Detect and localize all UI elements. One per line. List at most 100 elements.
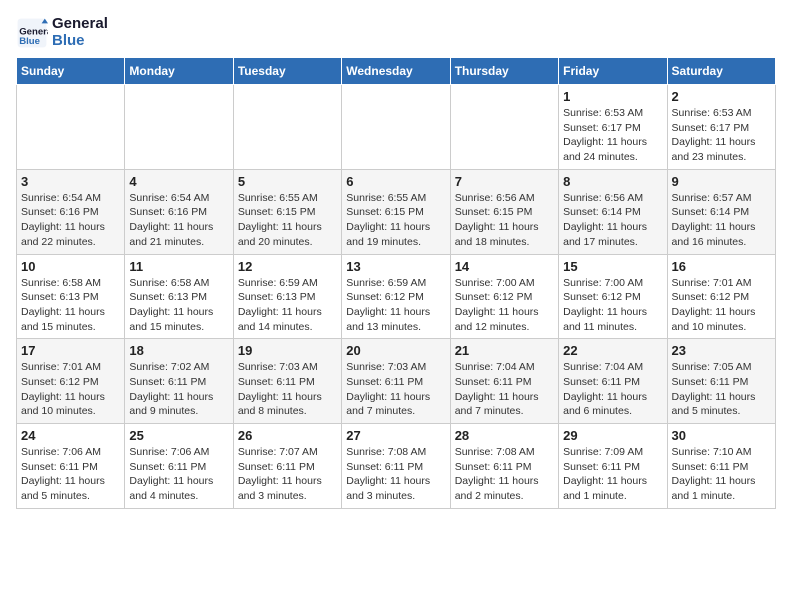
calendar-cell: 9 Sunrise: 6:57 AM Sunset: 6:14 PM Daylig… (667, 169, 775, 254)
calendar-week-row: 1Sunrise: 6:53 AM Sunset: 6:17 PM Daylig… (17, 85, 776, 170)
day-info: Sunrise: 7:02 AM Sunset: 6:11 PM Dayligh… (129, 360, 228, 419)
day-info: Sunrise: 7:00 AM Sunset: 6:12 PM Dayligh… (563, 276, 662, 335)
logo: General Blue General Blue (16, 16, 108, 49)
day-info: Sunrise: 7:06 AM Sunset: 6:11 PM Dayligh… (129, 445, 228, 504)
day-number: 19 (238, 343, 337, 358)
calendar-cell (125, 85, 233, 170)
calendar-cell: 22 Sunrise: 7:04 AM Sunset: 6:11 PM Dayli… (559, 339, 667, 424)
calendar-cell: 12 Sunrise: 6:59 AM Sunset: 6:13 PM Dayli… (233, 254, 341, 339)
day-number: 2 (672, 89, 771, 104)
calendar-cell: 21Sunrise: 7:04 AM Sunset: 6:11 PM Dayli… (450, 339, 558, 424)
day-info: Sunrise: 6:57 AM Sunset: 6:14 PM Dayligh… (672, 191, 771, 250)
logo-general: General (52, 16, 108, 33)
day-number: 3 (21, 174, 120, 189)
calendar-cell: 25 Sunrise: 7:06 AM Sunset: 6:11 PM Dayli… (125, 424, 233, 509)
calendar-cell (233, 85, 341, 170)
calendar-week-row: 17Sunrise: 7:01 AM Sunset: 6:12 PM Dayli… (17, 339, 776, 424)
day-info: Sunrise: 6:58 AM Sunset: 6:13 PM Dayligh… (129, 276, 228, 335)
day-number: 27 (346, 428, 445, 443)
day-number: 11 (129, 259, 228, 274)
day-info: Sunrise: 7:01 AM Sunset: 6:12 PM Dayligh… (672, 276, 771, 335)
calendar-cell: 5Sunrise: 6:55 AM Sunset: 6:15 PM Daylig… (233, 169, 341, 254)
day-info: Sunrise: 7:04 AM Sunset: 6:11 PM Dayligh… (563, 360, 662, 419)
day-of-week-header: Saturday (667, 58, 775, 85)
svg-text:Blue: Blue (19, 36, 40, 47)
day-number: 24 (21, 428, 120, 443)
day-info: Sunrise: 7:00 AM Sunset: 6:12 PM Dayligh… (455, 276, 554, 335)
calendar-cell: 29 Sunrise: 7:09 AM Sunset: 6:11 PM Dayli… (559, 424, 667, 509)
calendar-cell: 1Sunrise: 6:53 AM Sunset: 6:17 PM Daylig… (559, 85, 667, 170)
day-number: 10 (21, 259, 120, 274)
day-info: Sunrise: 6:53 AM Sunset: 6:17 PM Dayligh… (672, 106, 771, 165)
calendar-cell: 16 Sunrise: 7:01 AM Sunset: 6:12 PM Dayli… (667, 254, 775, 339)
day-number: 30 (672, 428, 771, 443)
logo-icon: General Blue (16, 17, 48, 49)
day-info: Sunrise: 6:54 AM Sunset: 6:16 PM Dayligh… (129, 191, 228, 250)
day-number: 21 (455, 343, 554, 358)
day-number: 14 (455, 259, 554, 274)
calendar-cell: 24 Sunrise: 7:06 AM Sunset: 6:11 PM Dayli… (17, 424, 125, 509)
calendar-cell: 15Sunrise: 7:00 AM Sunset: 6:12 PM Dayli… (559, 254, 667, 339)
day-info: Sunrise: 7:09 AM Sunset: 6:11 PM Dayligh… (563, 445, 662, 504)
day-number: 9 (672, 174, 771, 189)
calendar-week-row: 10 Sunrise: 6:58 AM Sunset: 6:13 PM Dayli… (17, 254, 776, 339)
day-number: 4 (129, 174, 228, 189)
day-number: 6 (346, 174, 445, 189)
day-info: Sunrise: 6:55 AM Sunset: 6:15 PM Dayligh… (238, 191, 337, 250)
day-number: 22 (563, 343, 662, 358)
day-number: 18 (129, 343, 228, 358)
day-of-week-header: Monday (125, 58, 233, 85)
calendar-cell: 19 Sunrise: 7:03 AM Sunset: 6:11 PM Dayli… (233, 339, 341, 424)
calendar-cell: 18 Sunrise: 7:02 AM Sunset: 6:11 PM Dayli… (125, 339, 233, 424)
calendar-cell (342, 85, 450, 170)
day-info: Sunrise: 6:56 AM Sunset: 6:14 PM Dayligh… (563, 191, 662, 250)
day-info: Sunrise: 6:55 AM Sunset: 6:15 PM Dayligh… (346, 191, 445, 250)
day-info: Sunrise: 7:05 AM Sunset: 6:11 PM Dayligh… (672, 360, 771, 419)
day-of-week-header: Tuesday (233, 58, 341, 85)
day-number: 16 (672, 259, 771, 274)
calendar-week-row: 24 Sunrise: 7:06 AM Sunset: 6:11 PM Dayli… (17, 424, 776, 509)
day-info: Sunrise: 7:03 AM Sunset: 6:11 PM Dayligh… (346, 360, 445, 419)
day-info: Sunrise: 7:07 AM Sunset: 6:11 PM Dayligh… (238, 445, 337, 504)
calendar-cell: 7 Sunrise: 6:56 AM Sunset: 6:15 PM Daylig… (450, 169, 558, 254)
day-number: 29 (563, 428, 662, 443)
day-number: 25 (129, 428, 228, 443)
day-info: Sunrise: 6:59 AM Sunset: 6:13 PM Dayligh… (238, 276, 337, 335)
day-info: Sunrise: 6:56 AM Sunset: 6:15 PM Dayligh… (455, 191, 554, 250)
day-number: 28 (455, 428, 554, 443)
day-number: 23 (672, 343, 771, 358)
calendar-cell (450, 85, 558, 170)
day-info: Sunrise: 7:06 AM Sunset: 6:11 PM Dayligh… (21, 445, 120, 504)
calendar-week-row: 3 Sunrise: 6:54 AM Sunset: 6:16 PM Daylig… (17, 169, 776, 254)
calendar-cell: 30 Sunrise: 7:10 AM Sunset: 6:11 PM Dayli… (667, 424, 775, 509)
day-info: Sunrise: 6:54 AM Sunset: 6:16 PM Dayligh… (21, 191, 120, 250)
day-info: Sunrise: 7:10 AM Sunset: 6:11 PM Dayligh… (672, 445, 771, 504)
day-of-week-header: Friday (559, 58, 667, 85)
day-info: Sunrise: 7:03 AM Sunset: 6:11 PM Dayligh… (238, 360, 337, 419)
calendar-cell: 26 Sunrise: 7:07 AM Sunset: 6:11 PM Dayli… (233, 424, 341, 509)
calendar-cell: 3 Sunrise: 6:54 AM Sunset: 6:16 PM Daylig… (17, 169, 125, 254)
calendar-cell: 10 Sunrise: 6:58 AM Sunset: 6:13 PM Dayli… (17, 254, 125, 339)
day-number: 26 (238, 428, 337, 443)
calendar-cell: 11 Sunrise: 6:58 AM Sunset: 6:13 PM Dayli… (125, 254, 233, 339)
day-of-week-header: Thursday (450, 58, 558, 85)
day-number: 20 (346, 343, 445, 358)
day-number: 13 (346, 259, 445, 274)
day-info: Sunrise: 6:58 AM Sunset: 6:13 PM Dayligh… (21, 276, 120, 335)
day-number: 12 (238, 259, 337, 274)
calendar-cell (17, 85, 125, 170)
calendar-cell: 17Sunrise: 7:01 AM Sunset: 6:12 PM Dayli… (17, 339, 125, 424)
calendar-cell: 8 Sunrise: 6:56 AM Sunset: 6:14 PM Daylig… (559, 169, 667, 254)
day-info: Sunrise: 6:53 AM Sunset: 6:17 PM Dayligh… (563, 106, 662, 165)
calendar-cell: 27Sunrise: 7:08 AM Sunset: 6:11 PM Dayli… (342, 424, 450, 509)
page-header: General Blue General Blue (16, 16, 776, 49)
calendar-cell: 2 Sunrise: 6:53 AM Sunset: 6:17 PM Daylig… (667, 85, 775, 170)
calendar-cell: 14 Sunrise: 7:00 AM Sunset: 6:12 PM Dayli… (450, 254, 558, 339)
day-number: 8 (563, 174, 662, 189)
calendar-table: SundayMondayTuesdayWednesdayThursdayFrid… (16, 57, 776, 509)
day-info: Sunrise: 7:08 AM Sunset: 6:11 PM Dayligh… (455, 445, 554, 504)
day-number: 17 (21, 343, 120, 358)
calendar-cell: 6 Sunrise: 6:55 AM Sunset: 6:15 PM Daylig… (342, 169, 450, 254)
day-number: 7 (455, 174, 554, 189)
calendar-cell: 4 Sunrise: 6:54 AM Sunset: 6:16 PM Daylig… (125, 169, 233, 254)
